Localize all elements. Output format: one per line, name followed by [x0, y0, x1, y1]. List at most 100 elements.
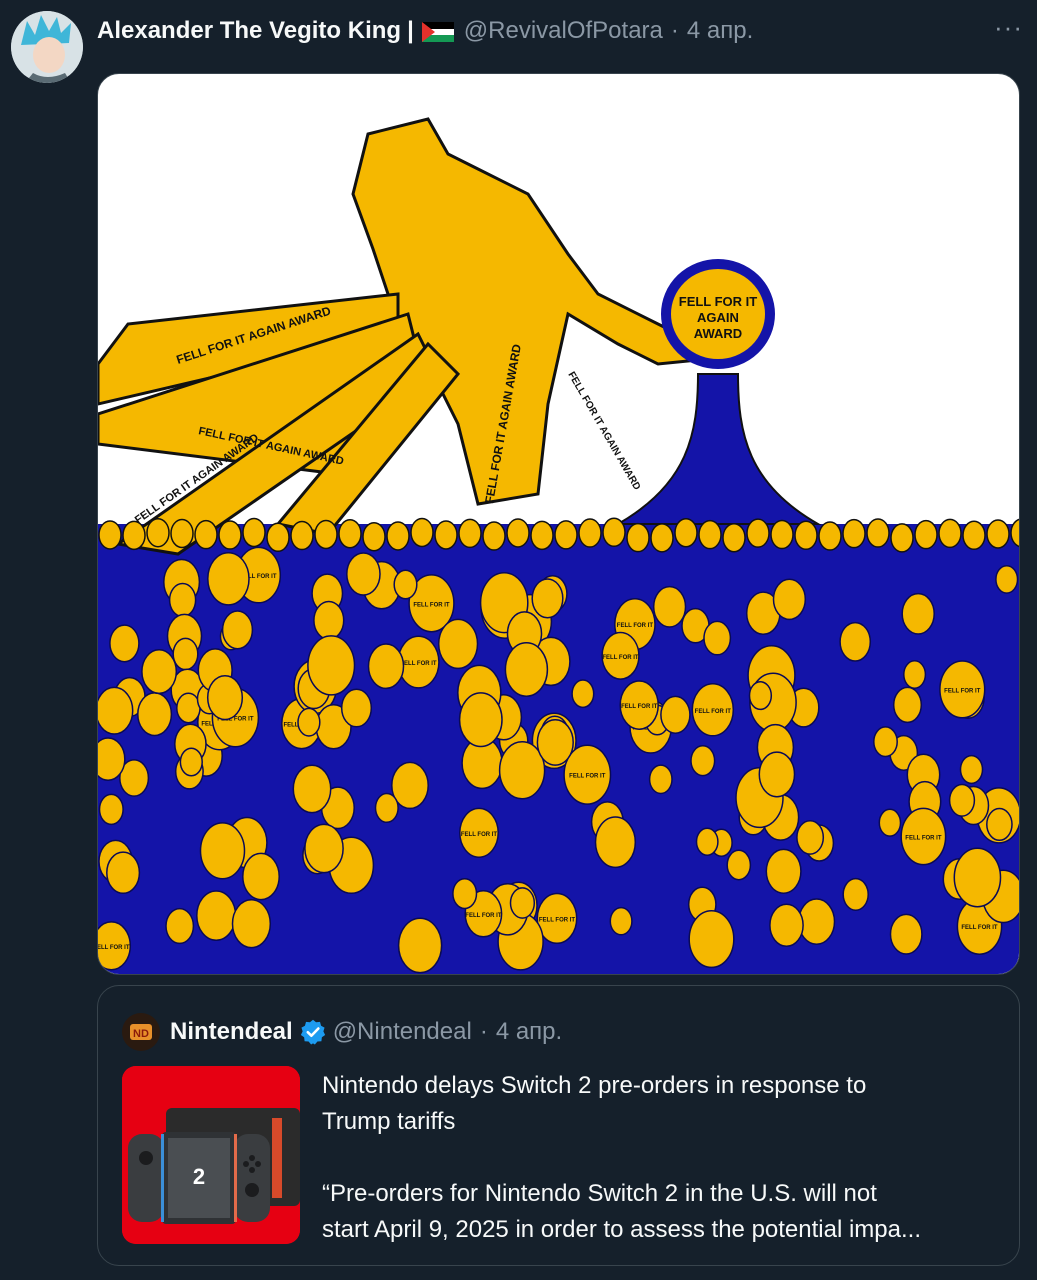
- crowd-head: [674, 517, 698, 548]
- crowd-head: [901, 592, 935, 635]
- crowd-head: [842, 877, 869, 911]
- tweet-media-image[interactable]: FELL FOR IT AGAIN AWARD FELL FOR IT AGAI…: [97, 73, 1020, 975]
- crowd-head: [531, 578, 564, 619]
- crowd-head-label: FELL FOR IT: [695, 709, 732, 715]
- crowd-head: [873, 726, 898, 758]
- crowd-head-label: FELL FOR IT: [905, 836, 942, 842]
- crowd-head: [170, 518, 194, 549]
- orb-label-line3: AWARD: [694, 326, 742, 341]
- crowd-head-label: FELL FOR IT: [400, 661, 437, 667]
- crowd-head: [536, 718, 574, 766]
- quoted-date[interactable]: 4 апр.: [496, 1018, 562, 1046]
- nintendeal-logo-icon[interactable]: ND: [122, 1013, 160, 1051]
- svg-text:2: 2: [193, 1164, 205, 1189]
- crowd-head-label: FELL FOR IT: [617, 623, 654, 629]
- back-label: FELL FOR IT AGAIN AWARD: [565, 370, 642, 492]
- quoted-display-name[interactable]: Nintendeal: [170, 1018, 293, 1046]
- quoted-text-line2: Trump tariffs: [322, 1108, 456, 1135]
- crowd-head: [866, 518, 890, 548]
- palestine-flag-icon: [421, 21, 454, 42]
- crowd-head: [146, 517, 170, 548]
- tweet-date[interactable]: 4 апр.: [687, 17, 753, 45]
- crowd-head: [362, 521, 386, 552]
- crowd-head: [194, 519, 218, 550]
- crowd-head: [878, 808, 902, 837]
- avatar[interactable]: [11, 11, 83, 83]
- crowd-head: [746, 518, 770, 548]
- user-handle[interactable]: @RevivalOfPotara: [464, 17, 663, 45]
- crowd-head: [290, 520, 314, 551]
- crowd-head: [889, 913, 923, 955]
- crowd-head: [652, 585, 687, 628]
- crowd-head: [374, 792, 399, 824]
- crowd-head: [482, 521, 506, 551]
- verified-badge-icon: [299, 1018, 327, 1046]
- crowd-head: [722, 522, 746, 553]
- crowd-head: [703, 620, 732, 656]
- crowd-head: [307, 635, 356, 696]
- crowd-head-label: FELL FOR IT: [98, 945, 130, 951]
- orb-label-line2: AGAIN: [697, 310, 739, 325]
- crowd-head: [914, 519, 938, 550]
- orb-label-line1: FELL FOR IT: [679, 294, 758, 309]
- header-dot: ·: [670, 17, 679, 44]
- crowd-head: [109, 624, 140, 663]
- crowd-head: [962, 520, 986, 551]
- crowd-head: [796, 819, 825, 855]
- tweet-header: Alexander The Vegito King | @RevivalOfPo…: [97, 12, 1023, 48]
- crowd-head: [765, 848, 802, 894]
- quoted-dot: ·: [479, 1018, 488, 1045]
- crowd-head: [313, 600, 345, 641]
- crowd-head: [292, 764, 332, 814]
- crowd-head: [338, 518, 362, 549]
- crowd-head: [221, 610, 254, 650]
- crowd-head: [458, 518, 482, 549]
- crowd-head: [393, 569, 418, 600]
- quoted-handle[interactable]: @Nintendeal: [333, 1018, 472, 1046]
- crowd-head: [367, 643, 405, 690]
- crowd-head: [839, 621, 872, 662]
- crowd-head: [304, 823, 344, 874]
- crowd-head: [797, 898, 836, 945]
- crowd-head-label: FELL FOR IT: [961, 925, 998, 931]
- crowd-head: [695, 827, 719, 856]
- crowd-head: [242, 852, 280, 901]
- more-options-icon[interactable]: ···: [994, 12, 1023, 43]
- crowd-head: [758, 751, 796, 798]
- crowd-head: [386, 521, 410, 551]
- quoted-text-line1: Nintendo delays Switch 2 pre-orders in r…: [322, 1072, 867, 1099]
- crowd-head: [266, 522, 290, 553]
- quoted-tweet-text: Nintendo delays Switch 2 pre-orders in r…: [322, 1068, 1002, 1248]
- quoted-thumbnail[interactable]: 2: [122, 1066, 300, 1244]
- crowd-head: [172, 637, 199, 671]
- crowd-head: [688, 910, 735, 969]
- crowd-head: [530, 520, 554, 551]
- display-name[interactable]: Alexander The Vegito King: [97, 17, 401, 45]
- crowd-head: [648, 764, 673, 795]
- meme-illustration: FELL FOR IT AGAIN AWARD FELL FOR IT AGAI…: [98, 117, 1019, 974]
- crowd-head: [98, 686, 134, 735]
- quoted-tweet[interactable]: ND Nintendeal @Nintendeal · 4 апр. 2 Nin…: [97, 985, 1020, 1266]
- crowd-head: [748, 681, 773, 711]
- quoted-tweet-header: ND Nintendeal @Nintendeal · 4 апр.: [122, 1012, 562, 1052]
- crowd-head: [794, 520, 818, 551]
- crowd-head: [434, 520, 458, 550]
- crowd-head: [346, 552, 381, 596]
- crowd-head: [842, 518, 866, 549]
- crowd-head-label: FELL FOR IT: [461, 832, 498, 838]
- crowd-head: [314, 519, 338, 550]
- crowd-head: [137, 692, 173, 737]
- crowd-head: [769, 903, 804, 948]
- crowd-head: [207, 551, 250, 606]
- crowd-head: [938, 518, 962, 549]
- quoted-text-line4: start April 9, 2025 in order to assess t…: [322, 1216, 921, 1243]
- crowd-head-label: FELL FOR IT: [602, 655, 639, 661]
- crowd-head: [959, 754, 984, 785]
- crowd-head: [141, 649, 178, 695]
- crowd-head: [626, 522, 650, 553]
- crowd-head: [594, 816, 637, 869]
- crowd-head: [340, 688, 373, 728]
- crowd-head: [504, 642, 549, 697]
- crowd-head: [903, 660, 927, 689]
- crowd-head: [297, 707, 321, 737]
